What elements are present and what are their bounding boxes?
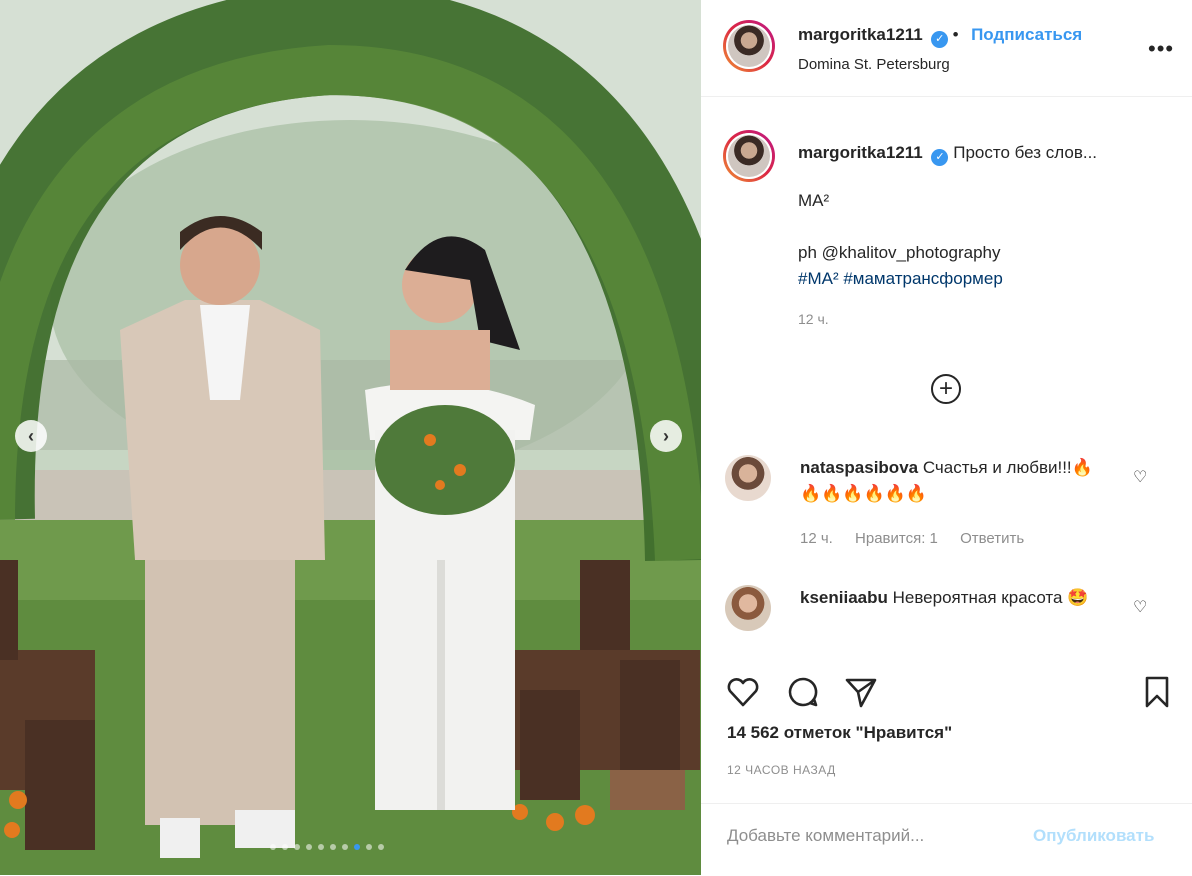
post-caption: margoritka1211 ✓ Просто без слов... МА² … xyxy=(798,140,1178,332)
bullet-separator: • xyxy=(952,25,959,44)
verified-badge-icon: ✓ xyxy=(931,149,949,166)
add-comment-bar: Добавьте комментарий... Опубликовать xyxy=(701,803,1192,876)
caption-credit[interactable]: ph @khalitov_photography xyxy=(798,240,1178,266)
load-more-comments-icon[interactable]: + xyxy=(931,374,961,404)
comment-like-heart-icon[interactable]: ♡ xyxy=(1133,467,1147,487)
post-sidebar: margoritka1211 ✓ • Подписаться Domina St… xyxy=(701,0,1192,875)
caption-hashtags[interactable]: #МА² #маматрансформер xyxy=(798,266,1178,292)
author-line: margoritka1211 ✓ • Подписаться xyxy=(798,25,1082,48)
comment-bubble-icon[interactable] xyxy=(785,674,821,710)
carousel-dot xyxy=(270,844,276,850)
comment-like-heart-icon[interactable]: ♡ xyxy=(1133,597,1147,617)
share-send-icon[interactable] xyxy=(843,674,879,710)
carousel-indicator xyxy=(270,844,384,850)
comment-likes[interactable]: Нравится: 1 xyxy=(855,530,938,547)
carousel-dot xyxy=(354,844,360,850)
carousel-next-button[interactable]: › xyxy=(650,420,682,452)
chevron-right-icon: › xyxy=(663,425,669,446)
comment-meta: 12 ч. Нравится: 1 Ответить xyxy=(800,530,1042,547)
header-divider xyxy=(701,96,1192,97)
carousel-dot xyxy=(342,844,348,850)
comment-reply-button[interactable]: Ответить xyxy=(960,530,1024,547)
carousel-prev-button[interactable]: ‹ xyxy=(15,420,47,452)
post-timestamp: 12 ЧАСОВ НАЗАД xyxy=(727,763,836,777)
comment-text: Невероятная красота 🤩 xyxy=(892,588,1089,607)
carousel-dot xyxy=(330,844,336,850)
commenter-avatar[interactable] xyxy=(725,455,771,501)
caption-author-avatar[interactable] xyxy=(723,130,775,182)
comment-username[interactable]: nataspasibova xyxy=(800,458,918,477)
caption-line-2: МА² xyxy=(798,191,830,210)
like-count[interactable]: 14 562 отметок "Нравится" xyxy=(727,723,952,743)
post-photo[interactable]: ‹ › xyxy=(0,0,701,875)
comment-input[interactable]: Добавьте комментарий... xyxy=(727,826,924,846)
caption-username[interactable]: margoritka1211 xyxy=(798,143,923,162)
carousel-dot xyxy=(294,844,300,850)
caption-time: 12 ч. xyxy=(798,311,829,327)
caption-text: Просто без слов... xyxy=(953,143,1098,162)
like-heart-icon[interactable] xyxy=(725,674,761,710)
author-username[interactable]: margoritka1211 xyxy=(798,25,923,44)
comment-body: nataspasibova Счастья и любви!!!🔥🔥🔥🔥🔥🔥🔥 xyxy=(800,455,1100,507)
follow-button[interactable]: Подписаться xyxy=(971,25,1082,44)
carousel-dot xyxy=(306,844,312,850)
carousel-dot xyxy=(378,844,384,850)
more-horizontal-icon[interactable]: ••• xyxy=(1148,36,1174,62)
bookmark-save-icon[interactable] xyxy=(1139,674,1175,710)
post-header: margoritka1211 ✓ • Подписаться Domina St… xyxy=(701,0,1192,96)
carousel-dot xyxy=(318,844,324,850)
publish-comment-button[interactable]: Опубликовать xyxy=(1033,826,1154,846)
author-avatar[interactable] xyxy=(723,20,775,72)
chevron-left-icon: ‹ xyxy=(28,425,34,446)
comment-body: kseniiaabu Невероятная красота 🤩 xyxy=(800,585,1100,611)
verified-badge-icon: ✓ xyxy=(931,31,949,48)
commenter-avatar[interactable] xyxy=(725,585,771,631)
comment-username[interactable]: kseniiaabu xyxy=(800,588,888,607)
wedding-photo-illustration xyxy=(0,0,701,875)
comment-time: 12 ч. xyxy=(800,530,833,547)
carousel-dot xyxy=(282,844,288,850)
post-actions xyxy=(725,674,1169,710)
location-link[interactable]: Domina St. Petersburg xyxy=(798,56,950,73)
carousel-dot xyxy=(366,844,372,850)
